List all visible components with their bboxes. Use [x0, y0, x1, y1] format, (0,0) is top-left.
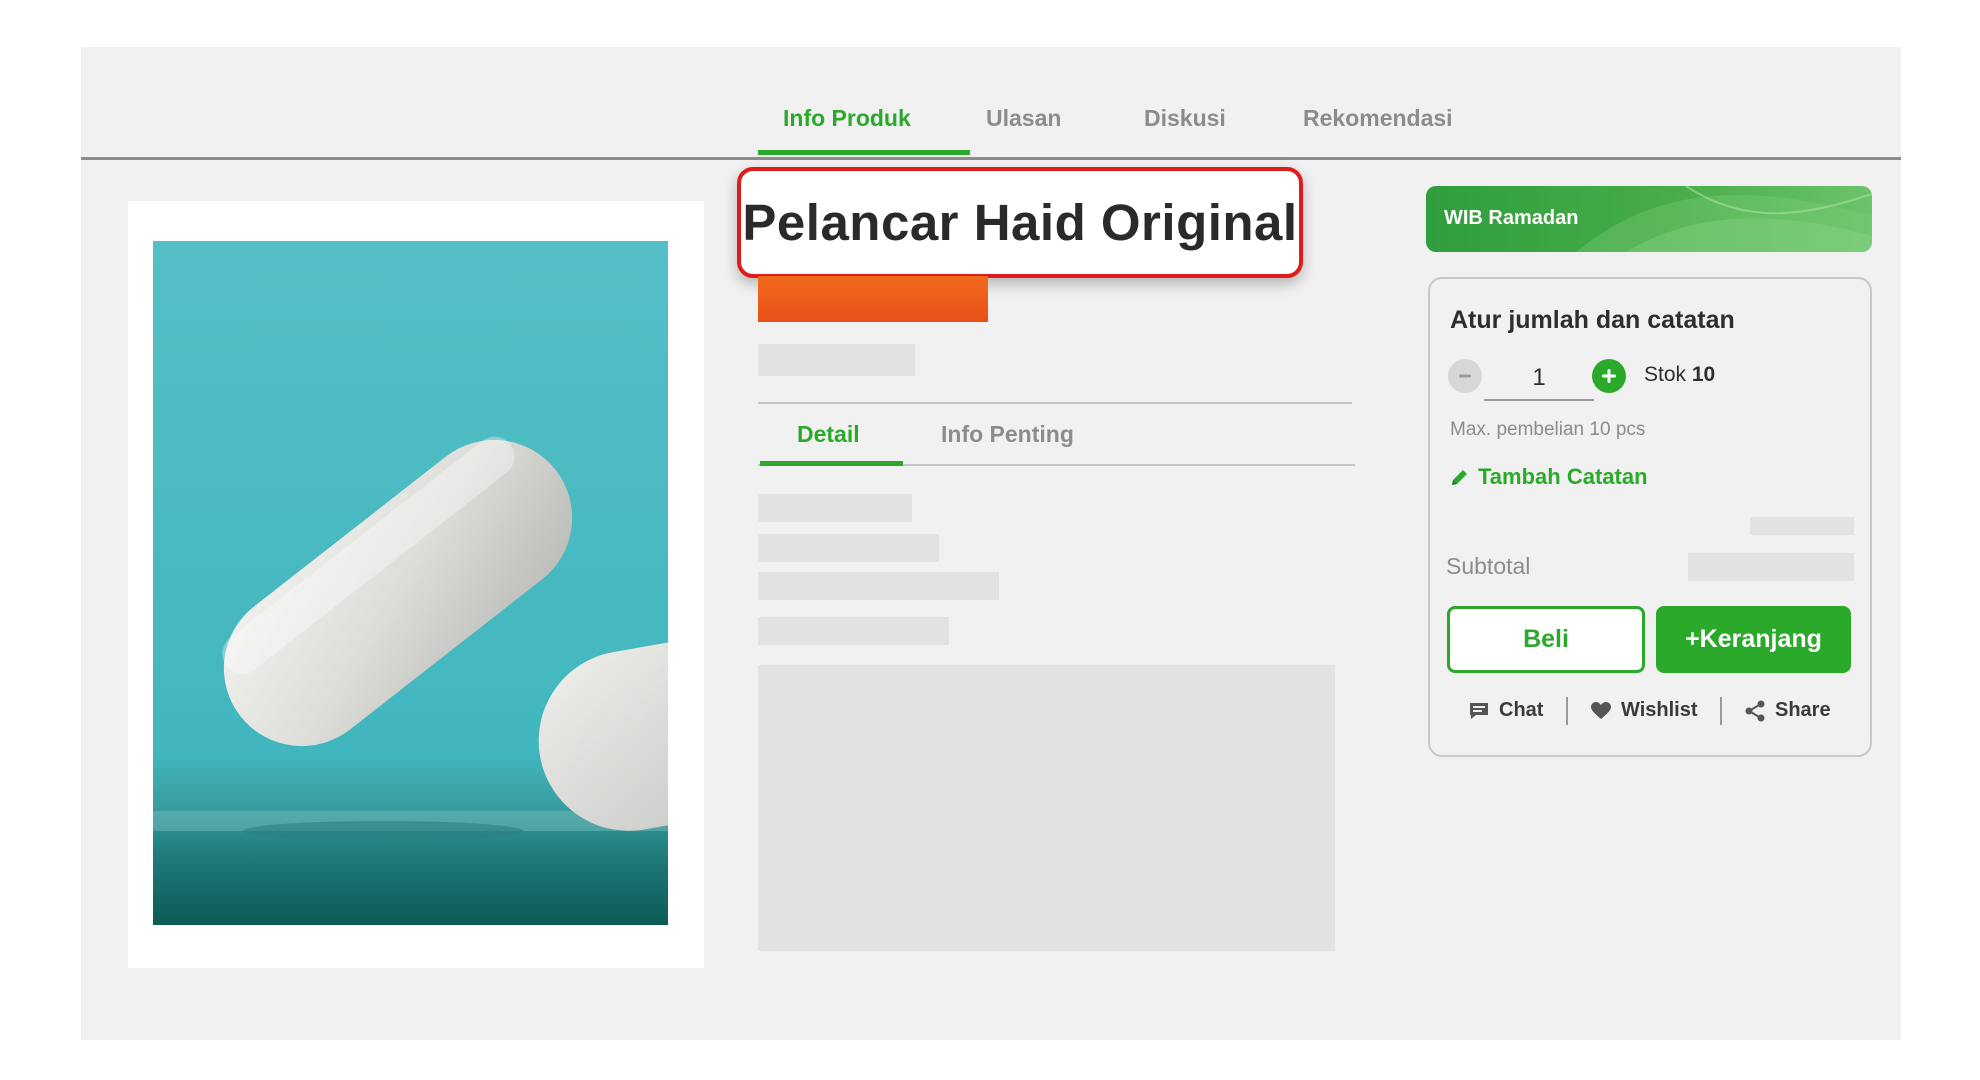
- active-subtab-indicator: [760, 461, 903, 466]
- wishlist-button[interactable]: Wishlist: [1590, 699, 1698, 722]
- order-card: Atur jumlah dan catatan Stok 10 Max. pem…: [1428, 277, 1872, 757]
- active-tab-indicator: [758, 150, 970, 155]
- skeleton-line: [758, 617, 949, 645]
- increase-quantity-button[interactable]: [1592, 359, 1626, 393]
- tab-diskusi[interactable]: Diskusi: [1144, 105, 1226, 132]
- product-title-callout: Pelancar Haid Original: [737, 167, 1303, 278]
- product-tab-bar: Info Produk Ulasan Diskusi Rekomendasi: [81, 47, 1901, 160]
- add-note-link[interactable]: Tambah Catatan: [1450, 464, 1648, 490]
- quantity-input[interactable]: [1484, 357, 1594, 401]
- action-separator: [1566, 697, 1568, 725]
- share-icon: [1745, 700, 1765, 721]
- action-separator: [1720, 697, 1722, 725]
- wishlist-label: Wishlist: [1621, 699, 1698, 721]
- add-note-label: Tambah Catatan: [1478, 464, 1648, 489]
- buy-button[interactable]: Beli: [1447, 606, 1645, 673]
- order-card-title: Atur jumlah dan catatan: [1450, 306, 1735, 334]
- chat-icon: [1470, 702, 1488, 719]
- plus-icon: [1602, 369, 1616, 383]
- skeleton-subtotal-placeholder: [1688, 553, 1854, 581]
- minus-icon: [1459, 374, 1471, 378]
- price-banner-placeholder: [758, 276, 988, 322]
- chat-button[interactable]: Chat: [1468, 699, 1543, 722]
- subtotal-label: Subtotal: [1446, 553, 1531, 579]
- share-button[interactable]: Share: [1744, 699, 1831, 722]
- pill-photo-illustration: [153, 241, 668, 925]
- stock-label: Stok: [1644, 363, 1687, 386]
- product-image-card: [128, 201, 704, 968]
- product-image[interactable]: [153, 241, 668, 925]
- skeleton-line: [758, 494, 912, 522]
- heart-icon: [1591, 701, 1611, 719]
- skeleton-price-placeholder: [1750, 517, 1854, 535]
- chat-label: Chat: [1499, 699, 1544, 721]
- skeleton-block: [758, 665, 1335, 951]
- skeleton-line: [758, 534, 939, 562]
- tab-rekomendasi[interactable]: Rekomendasi: [1303, 105, 1453, 132]
- max-purchase-note: Max. pembelian 10 pcs: [1450, 419, 1646, 440]
- add-to-cart-button[interactable]: +Keranjang: [1656, 606, 1851, 673]
- stock-info: Stok 10: [1644, 363, 1715, 387]
- decrease-quantity-button[interactable]: [1448, 359, 1482, 393]
- skeleton-line: [758, 344, 915, 376]
- tab-detail[interactable]: Detail: [797, 421, 860, 448]
- skeleton-line: [758, 572, 999, 600]
- product-page: Info Produk Ulasan Diskusi Rekomendasi P…: [81, 47, 1901, 1040]
- tab-info-produk[interactable]: Info Produk: [783, 105, 911, 132]
- stock-value: 10: [1691, 363, 1716, 386]
- promo-label: WIB Ramadan: [1444, 207, 1579, 229]
- tab-info-penting[interactable]: Info Penting: [941, 421, 1074, 448]
- product-title: Pelancar Haid Original: [742, 194, 1298, 251]
- divider: [758, 402, 1352, 404]
- promo-banner[interactable]: WIB Ramadan: [1426, 186, 1872, 252]
- tab-ulasan[interactable]: Ulasan: [986, 105, 1061, 132]
- share-label: Share: [1775, 699, 1831, 721]
- pencil-icon: [1452, 470, 1467, 485]
